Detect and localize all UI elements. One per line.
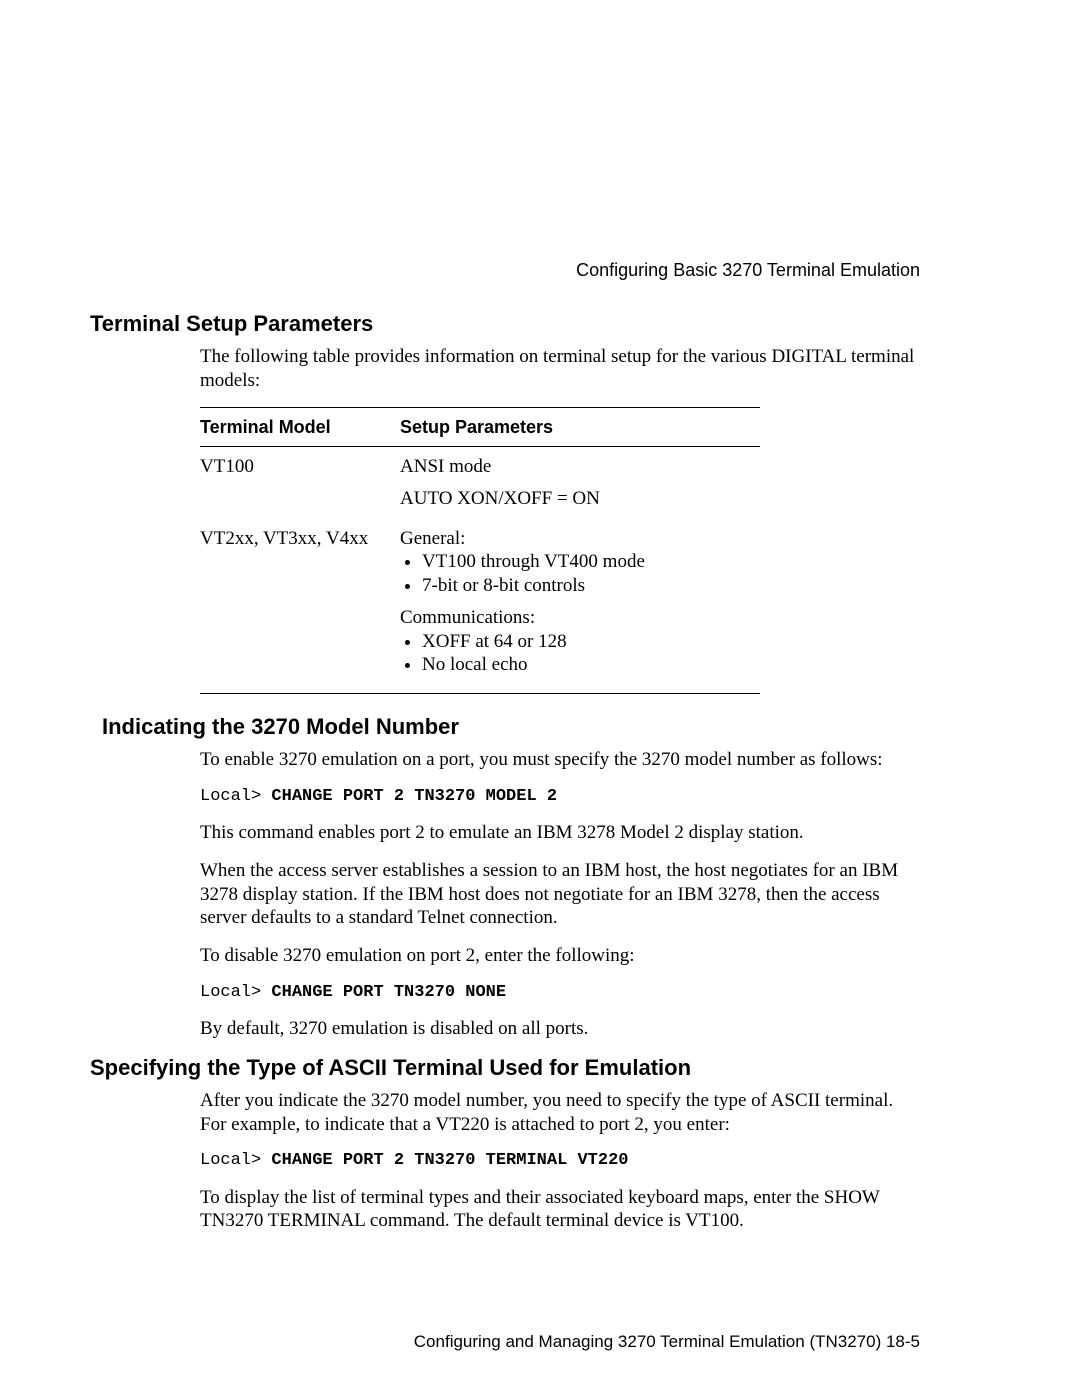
body-terminal-setup: The following table provides information… (200, 345, 920, 694)
command-text: CHANGE PORT 2 TN3270 MODEL 2 (271, 787, 557, 806)
heading-model-number: Indicating the 3270 Model Number (102, 714, 920, 740)
list-item: 7-bit or 8-bit controls (422, 574, 750, 598)
page-footer: Configuring and Managing 3270 Terminal E… (414, 1332, 920, 1352)
param-line: AUTO XON/XOFF = ON (400, 487, 750, 511)
paragraph: After you indicate the 3270 model number… (200, 1089, 920, 1137)
command-line: Local> CHANGE PORT 2 TN3270 TERMINAL VT2… (200, 1150, 920, 1171)
table-header-row: Terminal Model Setup Parameters (200, 407, 760, 447)
paragraph: To enable 3270 emulation on a port, you … (200, 748, 920, 772)
paragraph: To display the list of terminal types an… (200, 1186, 920, 1234)
list-item: XOFF at 64 or 128 (422, 630, 750, 654)
col-header-params: Setup Parameters (400, 407, 760, 447)
cell-params: General: VT100 through VT400 mode 7-bit … (400, 519, 760, 694)
col-header-model: Terminal Model (200, 407, 400, 447)
command-line: Local> CHANGE PORT 2 TN3270 MODEL 2 (200, 786, 920, 807)
paragraph: To disable 3270 emulation on port 2, ent… (200, 944, 920, 968)
paragraph: This command enables port 2 to emulate a… (200, 821, 920, 845)
list-item: VT100 through VT400 mode (422, 550, 750, 574)
prompt: Local> (200, 787, 271, 806)
paragraph: By default, 3270 emulation is disabled o… (200, 1017, 920, 1041)
heading-terminal-setup: Terminal Setup Parameters (90, 311, 920, 337)
setup-table: Terminal Model Setup Parameters VT100 AN… (200, 407, 760, 695)
param-subheading: General: (400, 527, 750, 551)
cell-model: VT100 (200, 447, 400, 519)
cell-params: ANSI mode AUTO XON/XOFF = ON (400, 447, 760, 519)
param-subheading: Communications: (400, 606, 750, 630)
command-line: Local> CHANGE PORT TN3270 NONE (200, 982, 920, 1003)
param-list: VT100 through VT400 mode 7-bit or 8-bit … (400, 550, 750, 598)
document-page: Configuring Basic 3270 Terminal Emulatio… (0, 0, 1080, 1397)
body-model-number: To enable 3270 emulation on a port, you … (200, 748, 920, 1041)
param-line: ANSI mode (400, 455, 750, 479)
cell-model: VT2xx, VT3xx, V4xx (200, 519, 400, 694)
prompt: Local> (200, 1151, 271, 1170)
list-item: No local echo (422, 653, 750, 677)
paragraph: The following table provides information… (200, 345, 920, 393)
command-text: CHANGE PORT 2 TN3270 TERMINAL VT220 (271, 1151, 628, 1170)
table-row: VT100 ANSI mode AUTO XON/XOFF = ON (200, 447, 760, 519)
body-ascii-terminal: After you indicate the 3270 model number… (200, 1089, 920, 1233)
paragraph: When the access server establishes a ses… (200, 859, 920, 930)
param-list: XOFF at 64 or 128 No local echo (400, 630, 750, 678)
prompt: Local> (200, 983, 271, 1002)
running-head: Configuring Basic 3270 Terminal Emulatio… (90, 260, 920, 281)
table-row: VT2xx, VT3xx, V4xx General: VT100 throug… (200, 519, 760, 694)
heading-ascii-terminal: Specifying the Type of ASCII Terminal Us… (90, 1055, 920, 1081)
command-text: CHANGE PORT TN3270 NONE (271, 983, 506, 1002)
